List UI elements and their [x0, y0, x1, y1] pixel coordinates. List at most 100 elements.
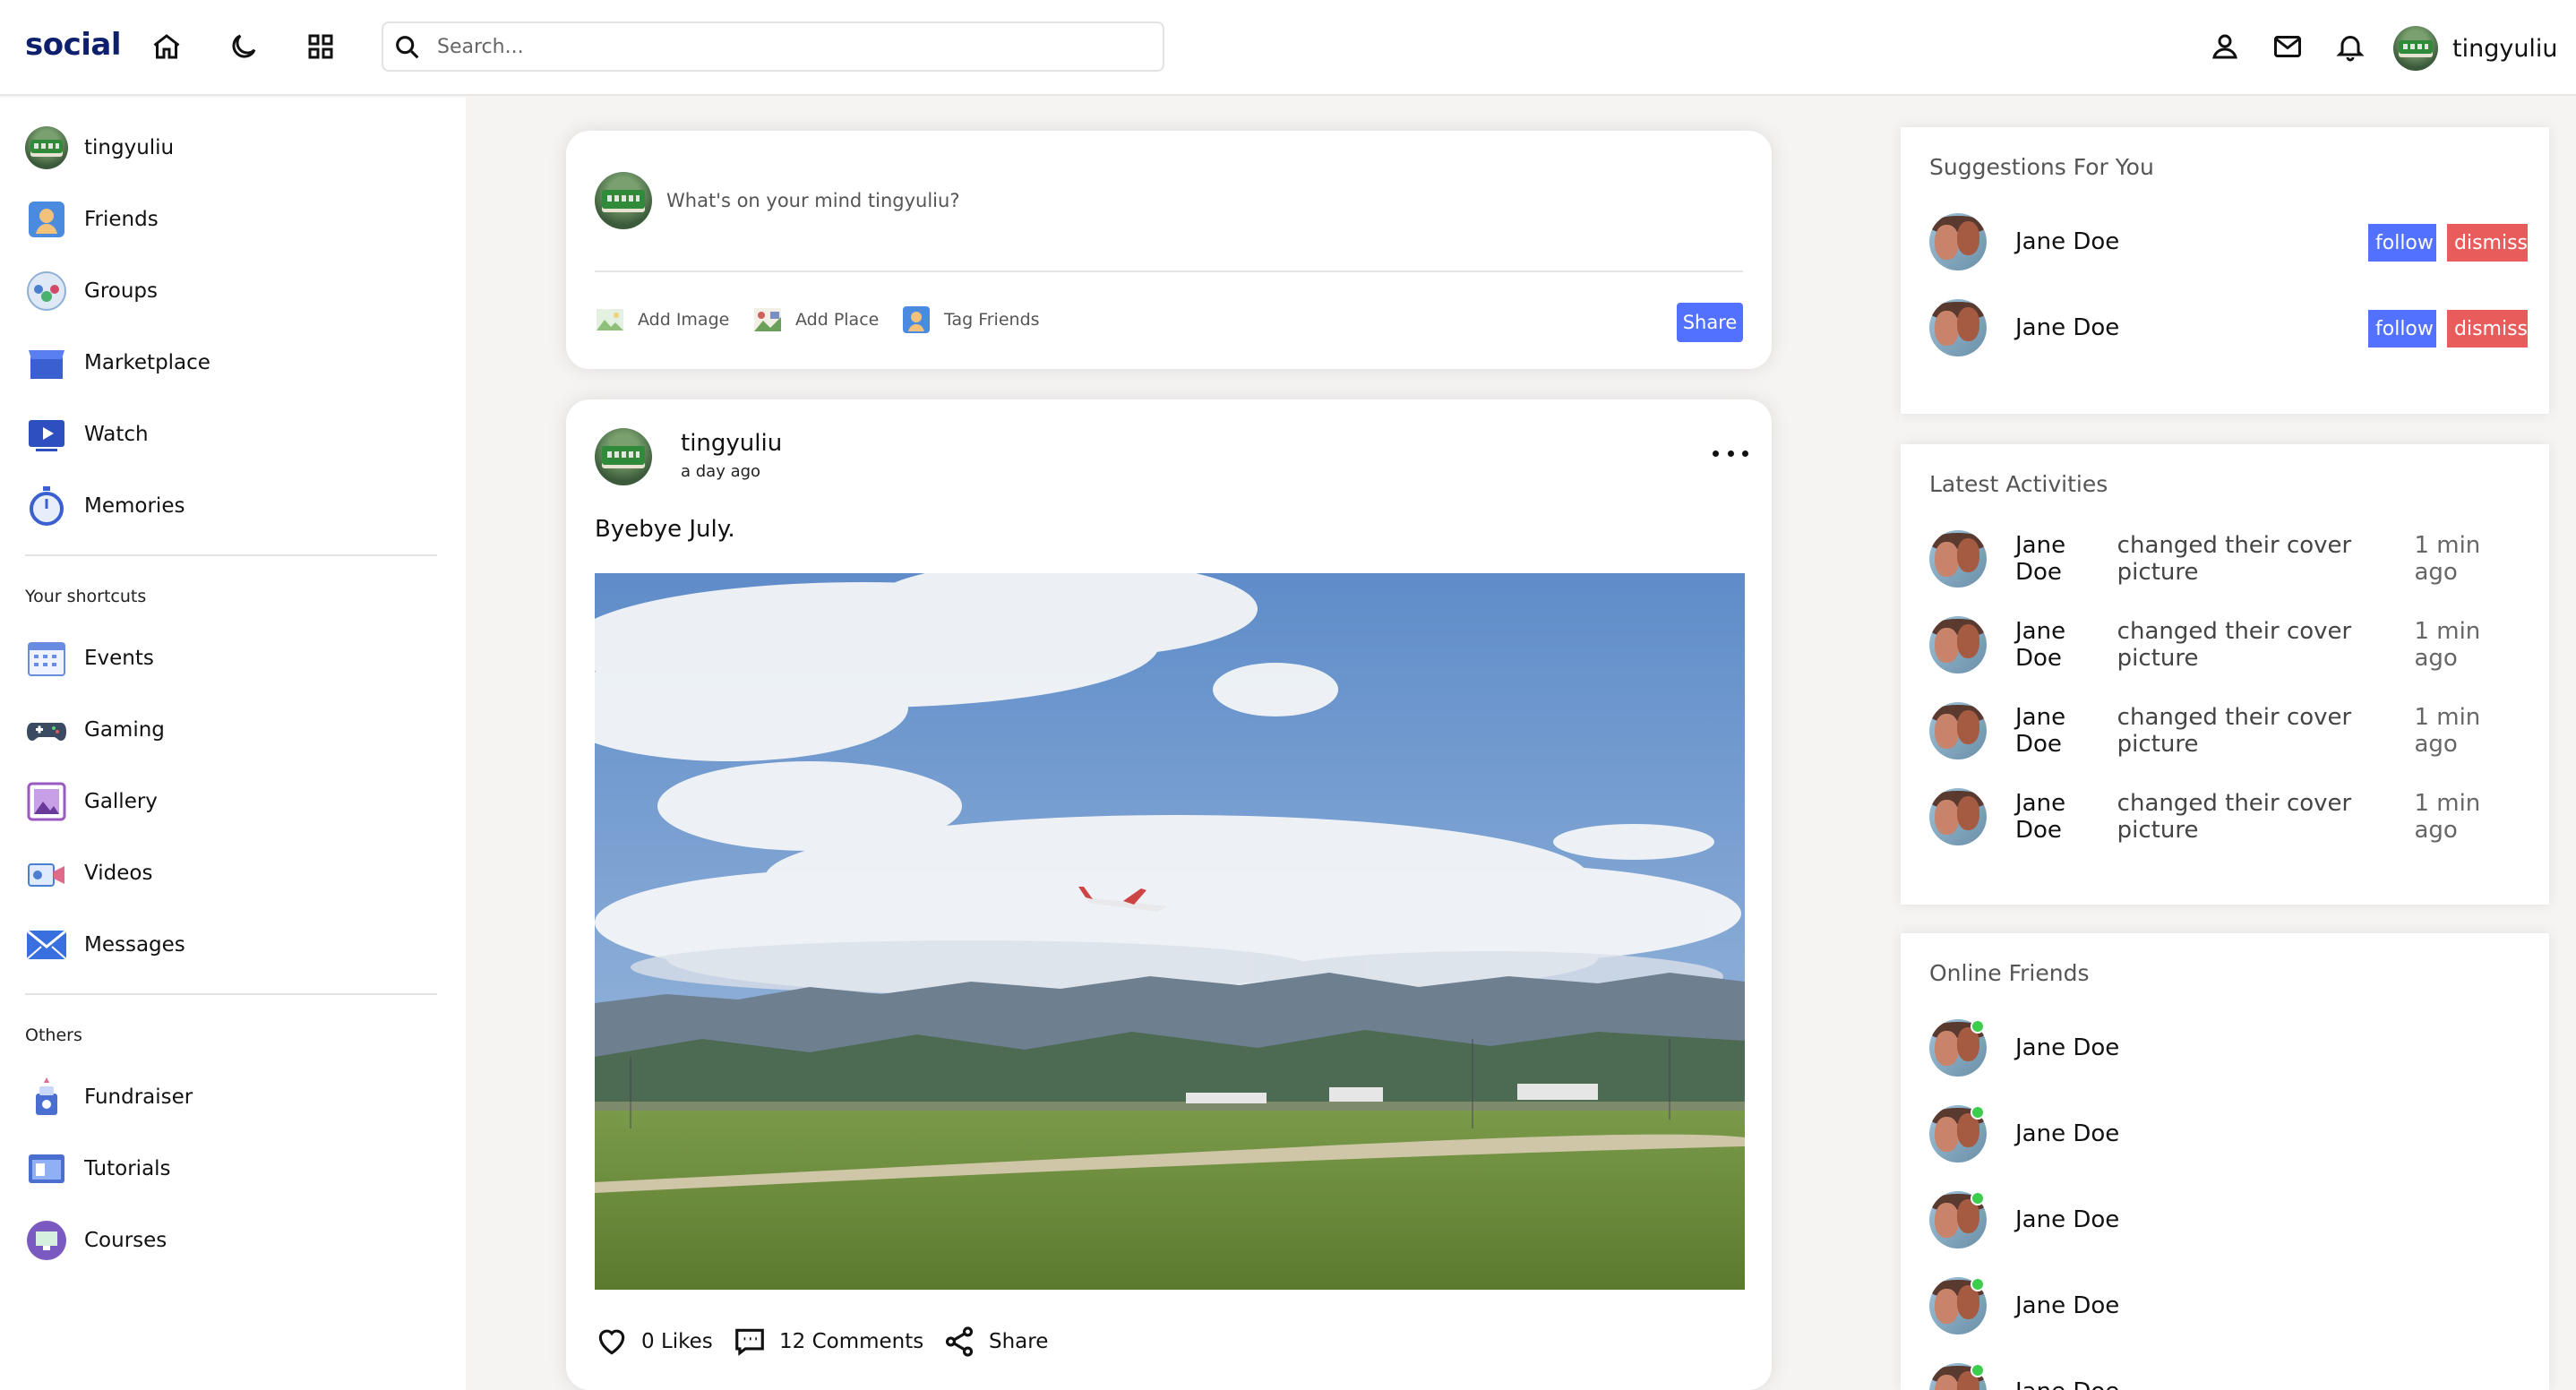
activity-time: 1 min ago	[2414, 790, 2481, 844]
sidebar-item-profile[interactable]: tingyuliu	[25, 124, 174, 171]
activity-text: changed their cover picture	[2117, 532, 2352, 586]
suggestion-name[interactable]: Jane Doe	[2015, 314, 2119, 341]
online-friend-avatar	[1929, 1363, 1987, 1390]
online-status-dot	[1971, 1363, 1985, 1377]
activity-name[interactable]: Jane Doe	[2015, 532, 2110, 586]
messages-icon	[25, 923, 68, 966]
search-input[interactable]	[437, 30, 1136, 63]
heart-icon	[598, 1329, 625, 1355]
online-friends-title: Online Friends	[1929, 960, 2090, 986]
post-author-name[interactable]: tingyuliu	[681, 430, 782, 457]
mail-icon[interactable]	[2270, 29, 2306, 64]
notifications-bell-icon[interactable]	[2332, 29, 2368, 64]
dismiss-button[interactable]: dismiss	[2447, 310, 2528, 348]
sidebar-item-groups[interactable]: Groups	[25, 268, 158, 314]
share-label: Share	[989, 1330, 1049, 1353]
share-button[interactable]: Share	[942, 1324, 1048, 1360]
add-place-label: Add Place	[795, 310, 880, 330]
sidebar-item-watch[interactable]: Watch	[25, 411, 149, 458]
online-friend-avatar	[1929, 1019, 1987, 1077]
post-author-avatar[interactable]	[595, 428, 652, 485]
tag-friends-button[interactable]: Tag Friends	[901, 305, 1040, 335]
sidebar-item-label: Gallery	[84, 790, 158, 813]
add-image-label: Add Image	[638, 310, 730, 330]
post-timestamp: a day ago	[681, 462, 761, 481]
sidebar-item-gaming[interactable]: Gaming	[25, 707, 165, 753]
share-post-button[interactable]: Share	[1677, 303, 1743, 342]
activities-title: Latest Activities	[1929, 471, 2108, 497]
online-status-dot	[1971, 1277, 1985, 1291]
sidebar-item-fundraiser[interactable]: Fundraiser	[25, 1074, 193, 1120]
activity-avatar[interactable]	[1929, 788, 1987, 845]
app-logo[interactable]: social	[25, 27, 122, 63]
activity-text: changed their cover picture	[2117, 704, 2352, 758]
sidebar-item-label: Marketplace	[84, 351, 210, 374]
composer-input[interactable]: What's on your mind tingyuliu?	[666, 190, 959, 211]
online-friend-item[interactable]: Jane Doe	[1929, 1191, 2520, 1248]
suggestion-avatar[interactable]	[1929, 213, 1987, 270]
add-place-button[interactable]: Add Place	[752, 305, 879, 335]
sidebar-item-tutorials[interactable]: Tutorials	[25, 1145, 171, 1192]
fundraiser-icon	[25, 1076, 68, 1119]
courses-icon	[25, 1219, 68, 1262]
sidebar-item-videos[interactable]: Videos	[25, 850, 152, 897]
events-icon	[25, 637, 68, 680]
groups-icon	[25, 270, 68, 313]
activity-name[interactable]: Jane Doe	[2015, 618, 2110, 672]
sidebar-item-label: Videos	[84, 862, 153, 885]
latest-activities-panel: Latest Activities Jane Doe changed their…	[1901, 444, 2549, 905]
sidebar-item-gallery[interactable]: Gallery	[25, 778, 158, 825]
friends-icon	[25, 198, 68, 241]
activity-avatar[interactable]	[1929, 530, 1987, 588]
sidebar-item-label: Tutorials	[84, 1157, 171, 1180]
sidebar-item-marketplace[interactable]: Marketplace	[25, 339, 210, 386]
online-friends-panel: Online Friends Jane Doe Jane Doe Jane Do…	[1901, 933, 2549, 1390]
sidebar-item-label: Groups	[84, 279, 159, 303]
online-friend-avatar	[1929, 1105, 1987, 1163]
online-status-dot	[1971, 1191, 1985, 1206]
dark-mode-icon[interactable]	[226, 29, 262, 64]
left-sidebar: tingyuliu Friends Groups Marketplace Wat…	[0, 98, 466, 1390]
home-icon[interactable]	[149, 29, 185, 64]
share-icon	[945, 1326, 974, 1357]
more-options-icon[interactable]	[1713, 442, 1748, 464]
suggestion-item: Jane Doe follow dismiss	[1929, 299, 2528, 356]
nav-user-menu[interactable]: tingyuliu	[2393, 23, 2558, 73]
online-friend-item[interactable]: Jane Doe	[1929, 1105, 2520, 1163]
sidebar-item-friends[interactable]: Friends	[25, 196, 159, 243]
sidebar-item-label: Fundraiser	[84, 1085, 193, 1109]
apps-grid-icon[interactable]	[303, 29, 339, 64]
add-image-button[interactable]: Add Image	[595, 305, 729, 335]
sidebar-item-label: Friends	[84, 208, 159, 231]
sidebar-item-memories[interactable]: Memories	[25, 483, 185, 529]
online-friend-avatar	[1929, 1191, 1987, 1248]
suggestion-avatar[interactable]	[1929, 299, 1987, 356]
activity-text: changed their cover picture	[2117, 618, 2352, 672]
online-friend-item[interactable]: Jane Doe	[1929, 1019, 2520, 1077]
online-friend-name: Jane Doe	[2015, 1120, 2120, 1147]
activity-name[interactable]: Jane Doe	[2015, 790, 2110, 844]
follow-button[interactable]: follow	[2368, 224, 2436, 262]
user-avatar	[25, 126, 68, 169]
gaming-icon	[25, 708, 68, 751]
watch-icon	[25, 413, 68, 456]
activity-name[interactable]: Jane Doe	[2015, 704, 2110, 758]
sidebar-item-events[interactable]: Events	[25, 635, 154, 682]
post-photo[interactable]	[595, 573, 1745, 1290]
sidebar-item-label: Messages	[84, 933, 185, 957]
sidebar-item-messages[interactable]: Messages	[25, 922, 185, 968]
tag-friends-label: Tag Friends	[944, 310, 1040, 330]
composer-divider	[595, 270, 1743, 272]
like-button[interactable]: 0 Likes	[595, 1324, 713, 1360]
activity-avatar[interactable]	[1929, 702, 1987, 759]
online-friend-item[interactable]: Jane Doe	[1929, 1363, 2520, 1390]
comments-button[interactable]: 12 Comments	[733, 1324, 923, 1360]
online-friend-item[interactable]: Jane Doe	[1929, 1277, 2520, 1334]
memories-icon	[25, 485, 68, 528]
suggestion-name[interactable]: Jane Doe	[2015, 228, 2119, 255]
sidebar-item-courses[interactable]: Courses	[25, 1217, 167, 1264]
profile-icon[interactable]	[2207, 29, 2243, 64]
dismiss-button[interactable]: dismiss	[2447, 224, 2528, 262]
follow-button[interactable]: follow	[2368, 310, 2436, 348]
activity-avatar[interactable]	[1929, 616, 1987, 674]
